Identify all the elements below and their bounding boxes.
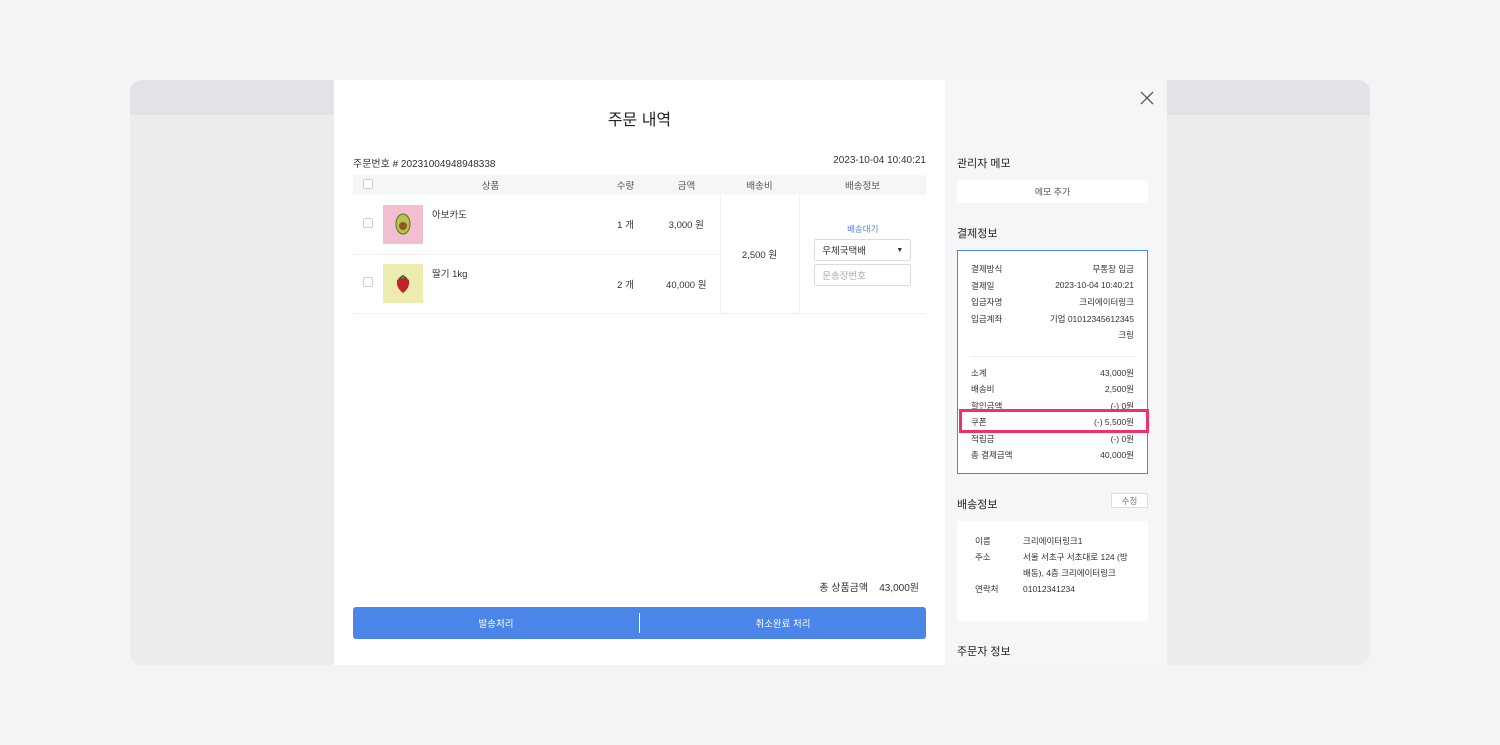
total-label: 총 상품금액	[819, 583, 869, 594]
row-checkbox[interactable]	[363, 217, 373, 228]
order-number: 주문번호 # 20231004948948338	[353, 159, 496, 170]
product-name: 딸기 1kg	[432, 269, 468, 280]
select-all-checkbox[interactable]	[363, 178, 373, 189]
qty: 2 개	[598, 254, 653, 314]
order-datetime: 2023-10-04 10:40:21	[833, 155, 926, 166]
avocado-image	[383, 204, 423, 244]
col-qty: 수량	[598, 175, 653, 195]
tracking-number-input[interactable]: 운송장번호	[814, 264, 912, 286]
shipping-info-box: 이름 크리에이터링크1 주소 서울 서초구 서초대로 124 (방배동), 4층 크…	[957, 521, 1148, 621]
coupon-highlight-box	[959, 409, 1149, 433]
cancel-complete-button[interactable]: 취소완료 처리	[640, 607, 926, 639]
price: 40,000 원	[653, 254, 720, 314]
strawberry-image	[383, 264, 423, 303]
table-row: 아보카도 1 개 3,000 원 2,500 원 배송대기 우체국택배 ▼ 운송장…	[353, 195, 926, 314]
caret-down-icon: ▼	[896, 246, 904, 254]
memo-title: 관리자 메모	[957, 158, 1011, 170]
side-panel: 관리자 메모 메모 추가 결제정보 결제방식 무통장 입금 결제일 2023-10-…	[945, 80, 1167, 665]
courier-value: 우체국택배	[822, 246, 866, 257]
shipping-title: 배송정보	[957, 499, 998, 511]
order-table: 상품 수량 금액 배송비 배송정보 아보카도 1 개 3,000 원 2,500…	[353, 175, 926, 314]
total-product-amount: 총 상품금액 43,000원	[819, 579, 919, 594]
courier-select[interactable]: 우체국택배 ▼	[814, 239, 912, 261]
add-memo-button[interactable]: 메모 추가	[957, 180, 1148, 203]
shipping-status: 배송대기	[847, 224, 879, 234]
price: 3,000 원	[653, 195, 720, 255]
col-product: 상품	[383, 175, 598, 195]
shipping-fee: 2,500 원	[719, 195, 799, 314]
total-value: 43,000원	[879, 583, 919, 594]
payment-title: 결제정보	[957, 228, 998, 240]
close-icon[interactable]	[1139, 90, 1155, 106]
row-checkbox[interactable]	[363, 277, 373, 287]
col-price: 금액	[653, 175, 720, 195]
edit-shipping-button[interactable]: 수정	[1111, 493, 1148, 508]
modal-title: 주문 내역	[607, 112, 672, 129]
payment-info-box: 결제방식 무통장 입금 결제일 2023-10-04 10:40:21 입금자명 크리…	[957, 250, 1149, 474]
qty: 1 개	[598, 195, 653, 255]
col-shipping-info: 배송정보	[799, 175, 926, 195]
product-name: 아보카도	[432, 209, 467, 221]
order-modal: 주문 내역 주문번호 # 20231004948948338 2023-10-0…	[334, 80, 945, 665]
col-shipping-fee: 배송비	[720, 175, 799, 195]
orderer-title: 주문자 정보	[957, 646, 1011, 658]
ship-button[interactable]: 발송처리	[353, 607, 639, 639]
